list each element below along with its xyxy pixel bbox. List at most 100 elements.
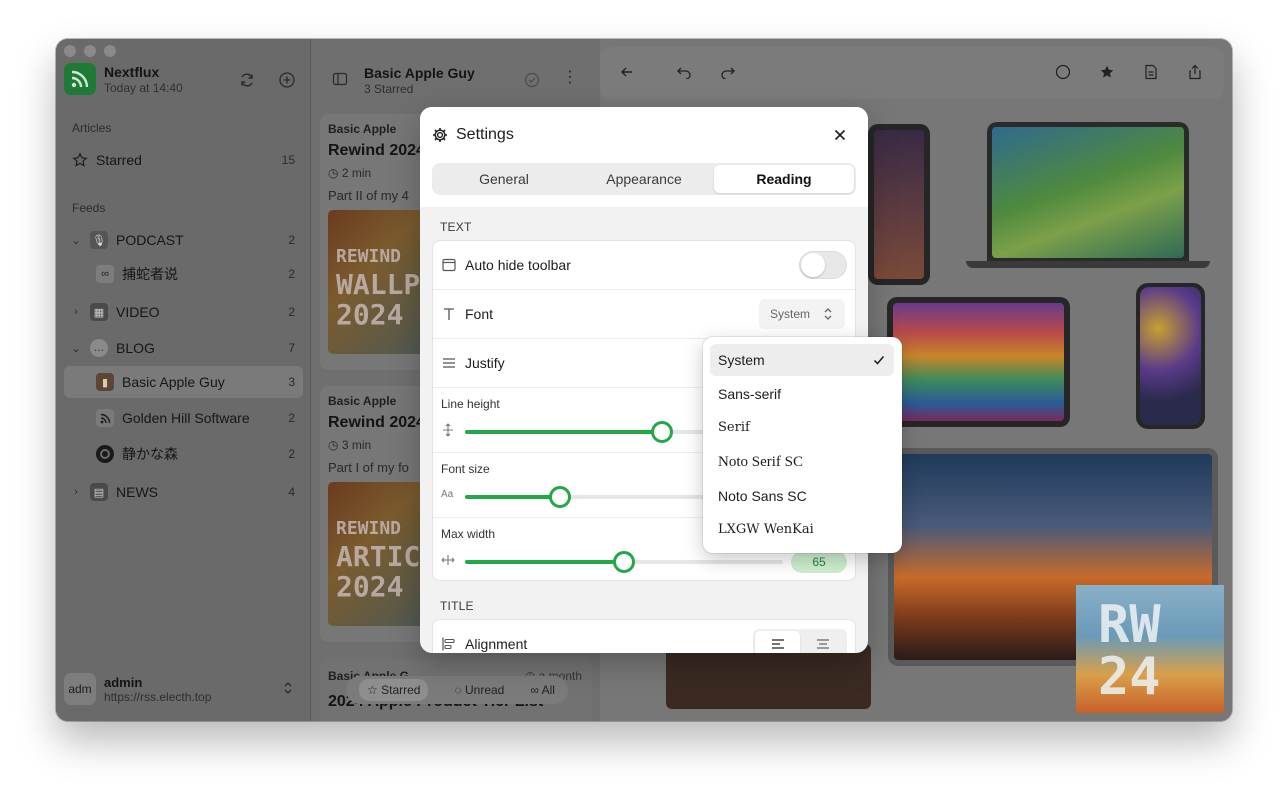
max-width-slider[interactable]: [465, 551, 783, 573]
chevron-down-icon[interactable]: ⌄: [68, 342, 84, 355]
add-feed-button[interactable]: [276, 69, 298, 91]
title-settings-group: Alignment: [432, 619, 856, 653]
align-center-icon: [816, 639, 829, 649]
sidebar-item-news[interactable]: › ▤ NEWS 4: [64, 476, 303, 508]
tab-appearance[interactable]: Appearance: [574, 165, 714, 193]
gear-icon: [433, 128, 447, 142]
filter-all-button[interactable]: ∞ All: [530, 683, 555, 697]
unread-count: 2: [288, 447, 295, 461]
sidebar-item-video[interactable]: › ▦ VIDEO 2: [64, 296, 303, 328]
sidebar-item-label: 捕蛇者说: [122, 266, 178, 282]
article-feed-name: Basic Apple: [328, 122, 397, 136]
window-controls: [64, 45, 116, 57]
tab-general[interactable]: General: [434, 165, 574, 193]
read-time: ◷ 3 min: [328, 438, 372, 452]
alignment-row: Alignment: [433, 620, 855, 653]
sidebar-item-label: NEWS: [116, 484, 158, 500]
user-name: admin: [104, 674, 143, 690]
slider-knob[interactable]: [613, 551, 635, 573]
chevron-right-icon[interactable]: ›: [68, 486, 84, 498]
sidebar-item-starred[interactable]: Starred 15: [64, 144, 303, 176]
full-text-button[interactable]: [1140, 61, 1162, 83]
star-filled-icon: [1100, 65, 1114, 78]
check-circle-icon: [524, 72, 540, 88]
filter-bar: ☆ Starred ◌ Unread ∞ All: [346, 676, 568, 704]
article-thumbnail: REWIND ARTIC 2024: [328, 482, 428, 626]
line-height-icon: [443, 423, 453, 437]
text-icon: [444, 308, 454, 320]
settings-header: Settings General Appearance Reading: [420, 107, 868, 207]
more-options-button[interactable]: ⋮: [562, 69, 578, 87]
auto-hide-toolbar-toggle[interactable]: [799, 251, 847, 279]
font-option-sans-serif[interactable]: Sans-serif: [710, 378, 894, 410]
film-icon: ▦: [90, 303, 108, 321]
alignment-segmented: [753, 629, 847, 653]
settings-tabs: General Appearance Reading: [432, 163, 856, 195]
tab-reading[interactable]: Reading: [714, 165, 854, 193]
checkmark-icon: [873, 356, 885, 365]
account-switcher[interactable]: adm admin https://rss.electh.top: [64, 669, 303, 709]
font-option-noto-sans-sc[interactable]: Noto Sans SC: [710, 480, 894, 512]
unread-count: 3: [288, 375, 295, 389]
sidebar-item-golden-hill-software[interactable]: Golden Hill Software 2: [64, 402, 303, 434]
sidebar-item-blog[interactable]: ⌄ … BLOG 7: [64, 332, 303, 364]
sidebar-item-label: Starred: [96, 152, 142, 168]
microphone-icon: 🎙: [90, 231, 108, 249]
macbook-base: [966, 261, 1210, 268]
font-size-icon: Aa: [441, 489, 454, 500]
title-section-label: TITLE: [440, 599, 474, 613]
sidebar-icon: [332, 72, 348, 86]
share-button[interactable]: [1184, 61, 1206, 83]
slider-knob[interactable]: [651, 421, 673, 443]
sidebar-item-basic-apple-guy[interactable]: ▮ Basic Apple Guy 3: [64, 366, 303, 398]
sidebar-item-label: Golden Hill Software: [122, 410, 250, 426]
sidebar-item-label: Basic Apple Guy: [122, 374, 225, 390]
app-name: Nextflux: [104, 64, 160, 80]
close-icon: [834, 129, 846, 141]
minimize-window-button[interactable]: [84, 45, 96, 57]
filter-starred-button[interactable]: ☆ Starred: [359, 679, 429, 701]
font-option-noto-serif-sc[interactable]: Noto Serif SC: [710, 446, 894, 478]
chevron-updown-icon: [283, 681, 293, 700]
sidebar-item-feed[interactable]: ∞ 捕蛇者说 2: [64, 258, 303, 290]
circle-logo-icon: [96, 445, 114, 463]
sync-time: Today at 14:40: [104, 81, 183, 95]
article-thumbnail: REWIND WALLP 2024: [328, 210, 428, 354]
align-left-button[interactable]: [755, 631, 800, 653]
next-article-button[interactable]: [717, 61, 739, 83]
mark-unread-button[interactable]: [1052, 61, 1074, 83]
chevron-right-icon[interactable]: ›: [68, 306, 84, 318]
sidebar-item-shizukana-mori[interactable]: 静かな森 2: [64, 438, 303, 470]
speech-bubble-icon: …: [90, 339, 108, 357]
unread-count: 7: [288, 341, 295, 355]
align-center-button[interactable]: [800, 631, 845, 653]
document-icon: [1145, 64, 1157, 80]
zoom-window-button[interactable]: [104, 45, 116, 57]
font-option-serif[interactable]: Serif: [710, 411, 894, 443]
filter-unread-button[interactable]: ◌ Unread: [455, 683, 505, 697]
sidebar-item-podcast[interactable]: ⌄ 🎙 PODCAST 2: [64, 224, 303, 256]
back-button[interactable]: [616, 61, 638, 83]
close-button[interactable]: [830, 125, 850, 145]
close-window-button[interactable]: [64, 45, 76, 57]
font-select[interactable]: System: [759, 299, 845, 329]
list-subtitle: 3 Starred: [364, 82, 414, 96]
server-url: https://rss.electh.top: [104, 689, 212, 704]
mark-all-read-button[interactable]: [524, 72, 540, 93]
chevron-down-icon[interactable]: ⌄: [68, 234, 84, 247]
ipad-image: [868, 124, 930, 285]
refresh-button[interactable]: [236, 69, 258, 91]
unread-count: 4: [288, 485, 295, 499]
slider-knob[interactable]: [549, 486, 571, 508]
article-title: Rewind 2024: [328, 142, 425, 159]
previous-article-button[interactable]: [673, 61, 695, 83]
font-option-lxgw-wenkai[interactable]: LXGW WenKai: [710, 513, 894, 545]
max-width-icon: [441, 555, 455, 565]
justify-label: Justify: [465, 355, 505, 371]
ellipsis-vertical-icon: ⋮: [562, 69, 578, 86]
font-option-system[interactable]: System: [710, 344, 894, 376]
article-excerpt: Part II of my 4: [328, 188, 409, 203]
star-button[interactable]: [1096, 61, 1118, 83]
toggle-sidebar-button[interactable]: [332, 71, 348, 92]
max-width-label: Max width: [441, 527, 496, 541]
